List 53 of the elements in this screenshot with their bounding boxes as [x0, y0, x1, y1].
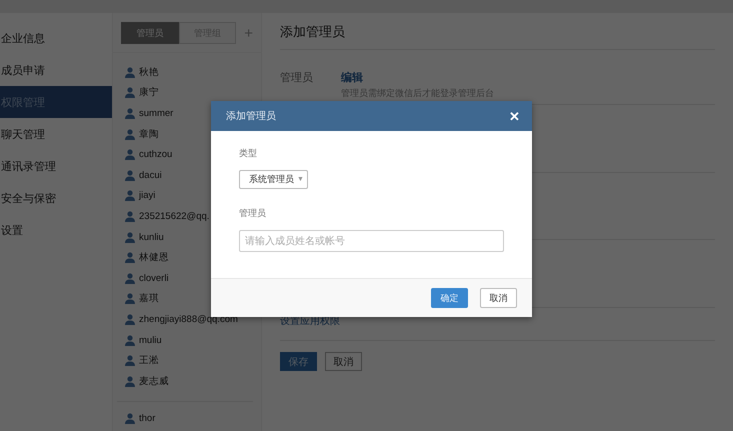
- member-name[interactable]: cloverli: [139, 272, 169, 284]
- admin-label: 管理员: [239, 207, 266, 220]
- member-name[interactable]: 嘉琪: [139, 292, 159, 306]
- member-name[interactable]: muliu: [139, 334, 162, 346]
- field-label: 管理员: [280, 71, 313, 86]
- member-name[interactable]: zhengjiayi888@qq.com: [139, 314, 238, 325]
- admin-input-field[interactable]: 请输入成员姓名或帐号: [239, 230, 504, 252]
- member-name[interactable]: 章陶: [139, 128, 159, 141]
- person-icon: [125, 314, 135, 325]
- member-name[interactable]: 康宁: [139, 86, 159, 100]
- member-name[interactable]: jiayi: [139, 190, 156, 202]
- member-name[interactable]: thor: [139, 413, 156, 424]
- member-name[interactable]: 王淞: [139, 354, 159, 368]
- person-icon: [125, 190, 135, 202]
- nav-item[interactable]: 企业信息: [0, 22, 112, 54]
- person-icon: [125, 376, 135, 387]
- member-name[interactable]: 秋艳: [139, 66, 159, 79]
- member-name[interactable]: kunliu: [139, 232, 164, 243]
- person-icon: [125, 232, 135, 243]
- member-name[interactable]: summer: [139, 108, 174, 119]
- edit-link[interactable]: 编辑: [341, 70, 494, 85]
- nav-item[interactable]: 安全与保密: [0, 182, 112, 214]
- member-name[interactable]: 林健恩: [139, 251, 169, 264]
- person-icon: [125, 128, 135, 140]
- person-icon: [125, 334, 135, 346]
- type-label: 类型: [239, 147, 257, 160]
- person-icon: [125, 170, 135, 181]
- close-button[interactable]: ✕: [509, 108, 520, 124]
- person-icon: [125, 149, 135, 160]
- member-name[interactable]: dacui: [139, 170, 162, 181]
- member-name[interactable]: 麦志威: [139, 374, 169, 388]
- save-button[interactable]: 保存: [280, 352, 317, 371]
- nav-item[interactable]: 通讯录管理: [0, 150, 112, 182]
- nav-item[interactable]: 成员申请: [0, 54, 112, 86]
- nav-item[interactable]: 聊天管理: [0, 118, 112, 150]
- add-button[interactable]: +: [244, 24, 253, 42]
- member-name[interactable]: 235215622@qq.: [139, 210, 210, 222]
- cancel-button[interactable]: 取消: [325, 352, 362, 371]
- person-icon: [125, 252, 135, 264]
- person-icon: [125, 108, 135, 119]
- person-icon: [125, 272, 135, 284]
- panel-title: 添加管理员: [280, 13, 715, 50]
- nav-item[interactable]: 设置: [0, 214, 112, 246]
- person-icon: [125, 293, 135, 304]
- person-icon: [125, 355, 135, 366]
- member-name[interactable]: cuthzou: [139, 149, 172, 160]
- person-icon: [125, 66, 135, 78]
- person-icon: [125, 413, 135, 424]
- dialog-title: 添加管理员: [226, 110, 276, 123]
- cancel-button[interactable]: 取消: [480, 288, 517, 308]
- person-icon: [125, 210, 135, 222]
- person-icon: [125, 87, 135, 98]
- confirm-button[interactable]: 确定: [431, 288, 468, 308]
